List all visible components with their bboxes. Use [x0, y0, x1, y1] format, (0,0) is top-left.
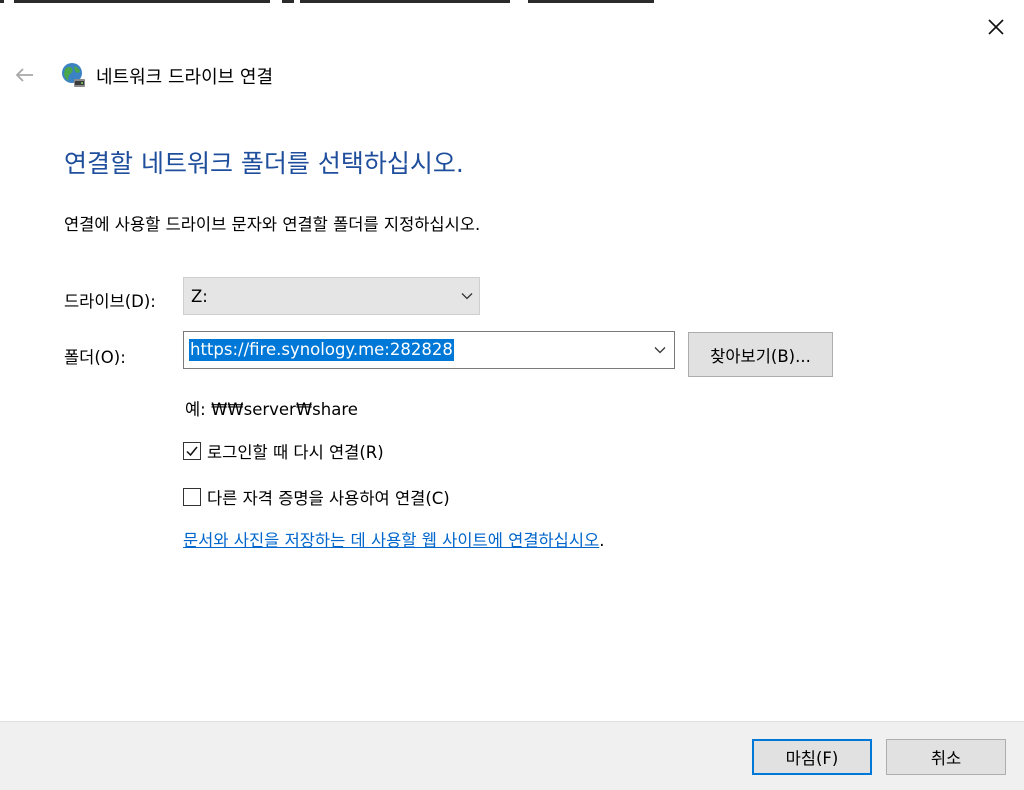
drive-label: 드라이브(D):	[64, 292, 156, 311]
credentials-checkbox[interactable]	[183, 488, 201, 506]
reconnect-label: 로그인할 때 다시 연결(R)	[207, 443, 384, 462]
folder-input-value: https://fire.synology.me:282828	[189, 339, 454, 361]
dialog-footer: 마침(F) 취소	[0, 721, 1024, 790]
website-link[interactable]: 문서와 사진을 저장하는 데 사용할 웹 사이트에 연결하십시오.	[183, 527, 604, 551]
website-link-period: .	[599, 531, 605, 550]
network-drive-icon	[62, 63, 85, 87]
taskbar-segment	[0, 0, 4, 3]
reconnect-checkbox[interactable]	[183, 442, 201, 460]
example-text: 예: ₩₩server₩share	[185, 400, 358, 419]
page-heading: 연결할 네트워크 폴더를 선택하십시오.	[64, 149, 464, 178]
credentials-label: 다른 자격 증명을 사용하여 연결(C)	[207, 489, 450, 508]
close-button[interactable]	[976, 9, 1016, 45]
chevron-down-icon	[461, 293, 473, 300]
cancel-button[interactable]: 취소	[886, 739, 1006, 775]
drive-select[interactable]: Z:	[183, 277, 480, 315]
drive-select-value: Z:	[191, 287, 208, 306]
credentials-checkbox-row[interactable]: 다른 자격 증명을 사용하여 연결(C)	[183, 485, 450, 509]
page-description: 연결에 사용할 드라이브 문자와 연결할 폴더를 지정하십시오.	[64, 215, 481, 234]
taskbar-strip	[0, 0, 1024, 3]
dialog-title: 네트워크 드라이브 연결	[96, 67, 274, 88]
check-mark-icon	[186, 446, 198, 457]
reconnect-checkbox-row[interactable]: 로그인할 때 다시 연결(R)	[183, 439, 384, 463]
back-button[interactable]	[10, 62, 38, 88]
close-icon	[988, 19, 1004, 35]
folder-input[interactable]: https://fire.synology.me:282828	[183, 331, 675, 369]
folder-label: 폴더(O):	[64, 348, 126, 367]
browse-button[interactable]: 찾아보기(B)...	[688, 332, 833, 377]
finish-button[interactable]: 마침(F)	[752, 739, 872, 775]
taskbar-segment	[300, 0, 510, 3]
taskbar-segment	[528, 0, 654, 3]
website-link-text[interactable]: 문서와 사진을 저장하는 데 사용할 웹 사이트에 연결하십시오	[183, 531, 599, 550]
taskbar-segment	[282, 0, 294, 3]
chevron-down-icon[interactable]	[654, 346, 666, 354]
taskbar-segment	[14, 0, 270, 3]
back-arrow-icon	[15, 68, 33, 82]
